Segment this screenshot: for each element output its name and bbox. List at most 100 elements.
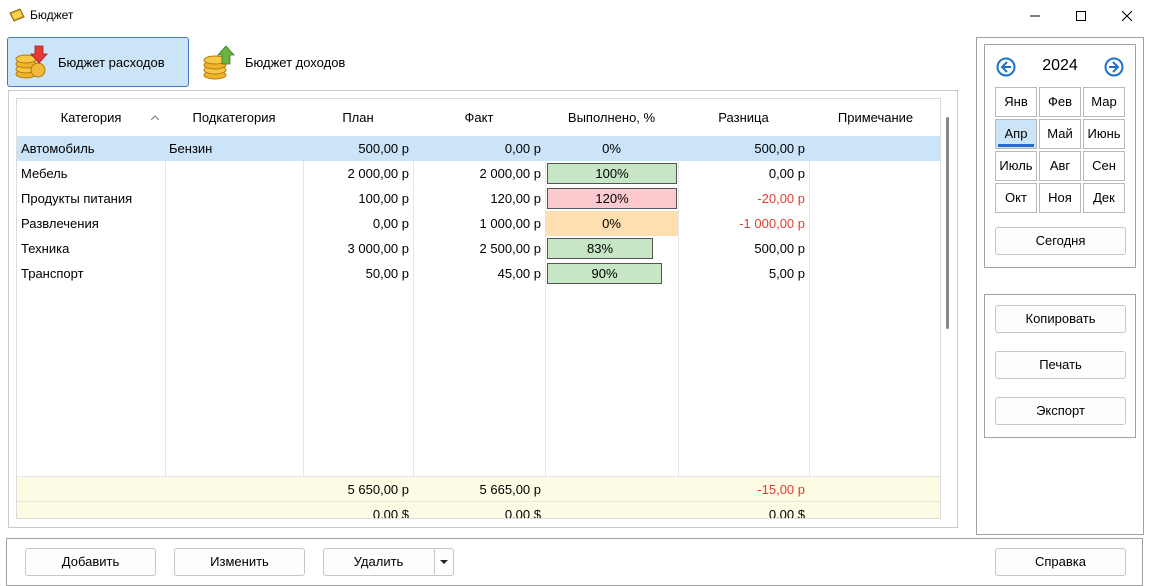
total-fact: 5 665,00 р — [479, 482, 541, 497]
month-sep[interactable]: Сен — [1083, 151, 1125, 181]
month-oct[interactable]: Окт — [995, 183, 1037, 213]
tab-income-budget[interactable]: Бюджет доходов — [197, 37, 367, 87]
month-dec[interactable]: Дек — [1083, 183, 1125, 213]
maximize-icon — [1076, 11, 1086, 21]
cell-plan: 100,00 р — [358, 191, 409, 206]
month-mar[interactable]: Мар — [1083, 87, 1125, 117]
month-may[interactable]: Май — [1039, 119, 1081, 149]
header-category[interactable]: Категория — [17, 99, 165, 136]
month-aug[interactable]: Авг — [1039, 151, 1081, 181]
table-row[interactable]: Развлечения 0,00 р 1 000,00 р 0% -1 000,… — [17, 211, 940, 236]
cell-subcategory — [165, 186, 303, 211]
edit-button[interactable]: Изменить — [174, 548, 305, 576]
cell-fact: 2 000,00 р — [479, 166, 541, 181]
vertical-scrollbar[interactable] — [941, 99, 953, 519]
minimize-icon — [1030, 15, 1040, 17]
cell-difference: 500,00 р — [754, 241, 805, 256]
today-button[interactable]: Сегодня — [995, 227, 1126, 255]
budget-grid-frame: Категория Подкатегория План Факт Выполне… — [8, 90, 958, 528]
year-label: 2024 — [1042, 57, 1078, 74]
print-button[interactable]: Печать — [995, 351, 1126, 379]
close-button[interactable] — [1104, 0, 1150, 32]
cell-category: Транспорт — [21, 266, 84, 281]
cell-category: Развлечения — [21, 216, 99, 231]
table-row[interactable]: Автомобиль Бензин 500,00 р 0,00 р 0% 500… — [17, 136, 940, 161]
title-bar: Бюджет — [0, 0, 1150, 32]
header-difference[interactable]: Разница — [678, 99, 809, 136]
month-feb[interactable]: Фев — [1039, 87, 1081, 117]
cell-percent: 0% — [545, 211, 678, 236]
close-icon — [1122, 11, 1132, 21]
coins-down-icon — [15, 45, 48, 79]
cell-note — [809, 186, 940, 211]
header-percent[interactable]: Выполнено, % — [545, 99, 678, 136]
split-divider — [434, 548, 435, 574]
cell-note — [809, 261, 940, 286]
table-row[interactable]: Техника 3 000,00 р 2 500,00 р 83% 500,00… — [17, 236, 940, 261]
table-header: Категория Подкатегория План Факт Выполне… — [17, 99, 940, 137]
window-title: Бюджет — [30, 8, 74, 22]
table-row[interactable]: Транспорт 50,00 р 45,00 р 90% 5,00 р — [17, 261, 940, 286]
copy-button[interactable]: Копировать — [995, 305, 1126, 333]
cell-subcategory: Бензин — [169, 141, 213, 156]
cell-fact: 0,00 р — [504, 141, 541, 156]
header-plan[interactable]: План — [303, 99, 413, 136]
maximize-button[interactable] — [1058, 0, 1104, 32]
cell-note — [809, 211, 940, 236]
sort-asc-icon — [151, 115, 159, 120]
totals-row-usd: 0,00 $ 0,00 $ 0,00 $ — [17, 501, 940, 519]
total-difference: 0,00 $ — [768, 507, 805, 519]
minimize-button[interactable] — [1012, 0, 1058, 32]
cell-category: Продукты питания — [21, 191, 133, 206]
budget-table[interactable]: Категория Подкатегория План Факт Выполне… — [16, 98, 941, 519]
month-jul[interactable]: Июль — [995, 151, 1037, 181]
cell-fact: 1 000,00 р — [479, 216, 541, 231]
percent-bar: 90% — [547, 263, 662, 284]
cell-category: Техника — [21, 241, 70, 256]
cell-fact: 2 500,00 р — [479, 241, 541, 256]
cell-plan: 500,00 р — [358, 141, 409, 156]
cell-difference: -20,00 р — [757, 191, 805, 206]
cell-category: Автомобиль — [21, 141, 95, 156]
tab-expense-budget[interactable]: Бюджет расходов — [7, 37, 189, 87]
header-category-label: Категория — [60, 110, 122, 125]
cell-fact: 45,00 р — [497, 266, 541, 281]
cell-difference: 500,00 р — [754, 141, 805, 156]
next-year-icon[interactable] — [1104, 57, 1124, 77]
cell-difference: 5,00 р — [768, 266, 805, 281]
month-apr[interactable]: Апр — [995, 119, 1037, 149]
prev-year-icon[interactable] — [996, 57, 1016, 77]
chevron-down-icon[interactable] — [438, 558, 450, 566]
totals-row-rub: 5 650,00 р 5 665,00 р -15,00 р — [17, 476, 940, 502]
table-row[interactable]: Мебель 2 000,00 р 2 000,00 р 100% 0,00 р — [17, 161, 940, 186]
cell-category: Мебель — [21, 166, 68, 181]
total-fact: 0,00 $ — [504, 507, 541, 519]
header-fact[interactable]: Факт — [413, 99, 545, 136]
app-icon — [9, 8, 25, 22]
header-note[interactable]: Примечание — [809, 99, 940, 136]
month-jun[interactable]: Июнь — [1083, 119, 1125, 149]
header-subcategory[interactable]: Подкатегория — [165, 99, 303, 136]
cell-fact: 120,00 р — [490, 191, 541, 206]
cell-note — [809, 136, 940, 161]
tab-income-label: Бюджет доходов — [245, 54, 346, 70]
percent-bar: 100% — [547, 163, 677, 184]
total-plan: 0,00 $ — [372, 507, 409, 519]
total-plan: 5 650,00 р — [347, 482, 409, 497]
cell-percent: 0% — [602, 141, 621, 156]
month-jan[interactable]: Янв — [995, 87, 1037, 117]
coins-up-icon — [203, 45, 235, 80]
cell-difference: 0,00 р — [768, 166, 805, 181]
cell-subcategory — [165, 236, 303, 261]
scrollbar-thumb[interactable] — [946, 117, 949, 329]
month-nov[interactable]: Ноя — [1039, 183, 1081, 213]
cell-note — [809, 236, 940, 261]
cell-plan: 50,00 р — [365, 266, 409, 281]
cell-plan: 3 000,00 р — [347, 241, 409, 256]
cell-subcategory — [165, 161, 303, 186]
add-button[interactable]: Добавить — [25, 548, 156, 576]
export-button[interactable]: Экспорт — [995, 397, 1126, 425]
help-button[interactable]: Справка — [995, 548, 1126, 576]
table-row[interactable]: Продукты питания 100,00 р 120,00 р 120% … — [17, 186, 940, 211]
cell-plan: 0,00 р — [372, 216, 409, 231]
